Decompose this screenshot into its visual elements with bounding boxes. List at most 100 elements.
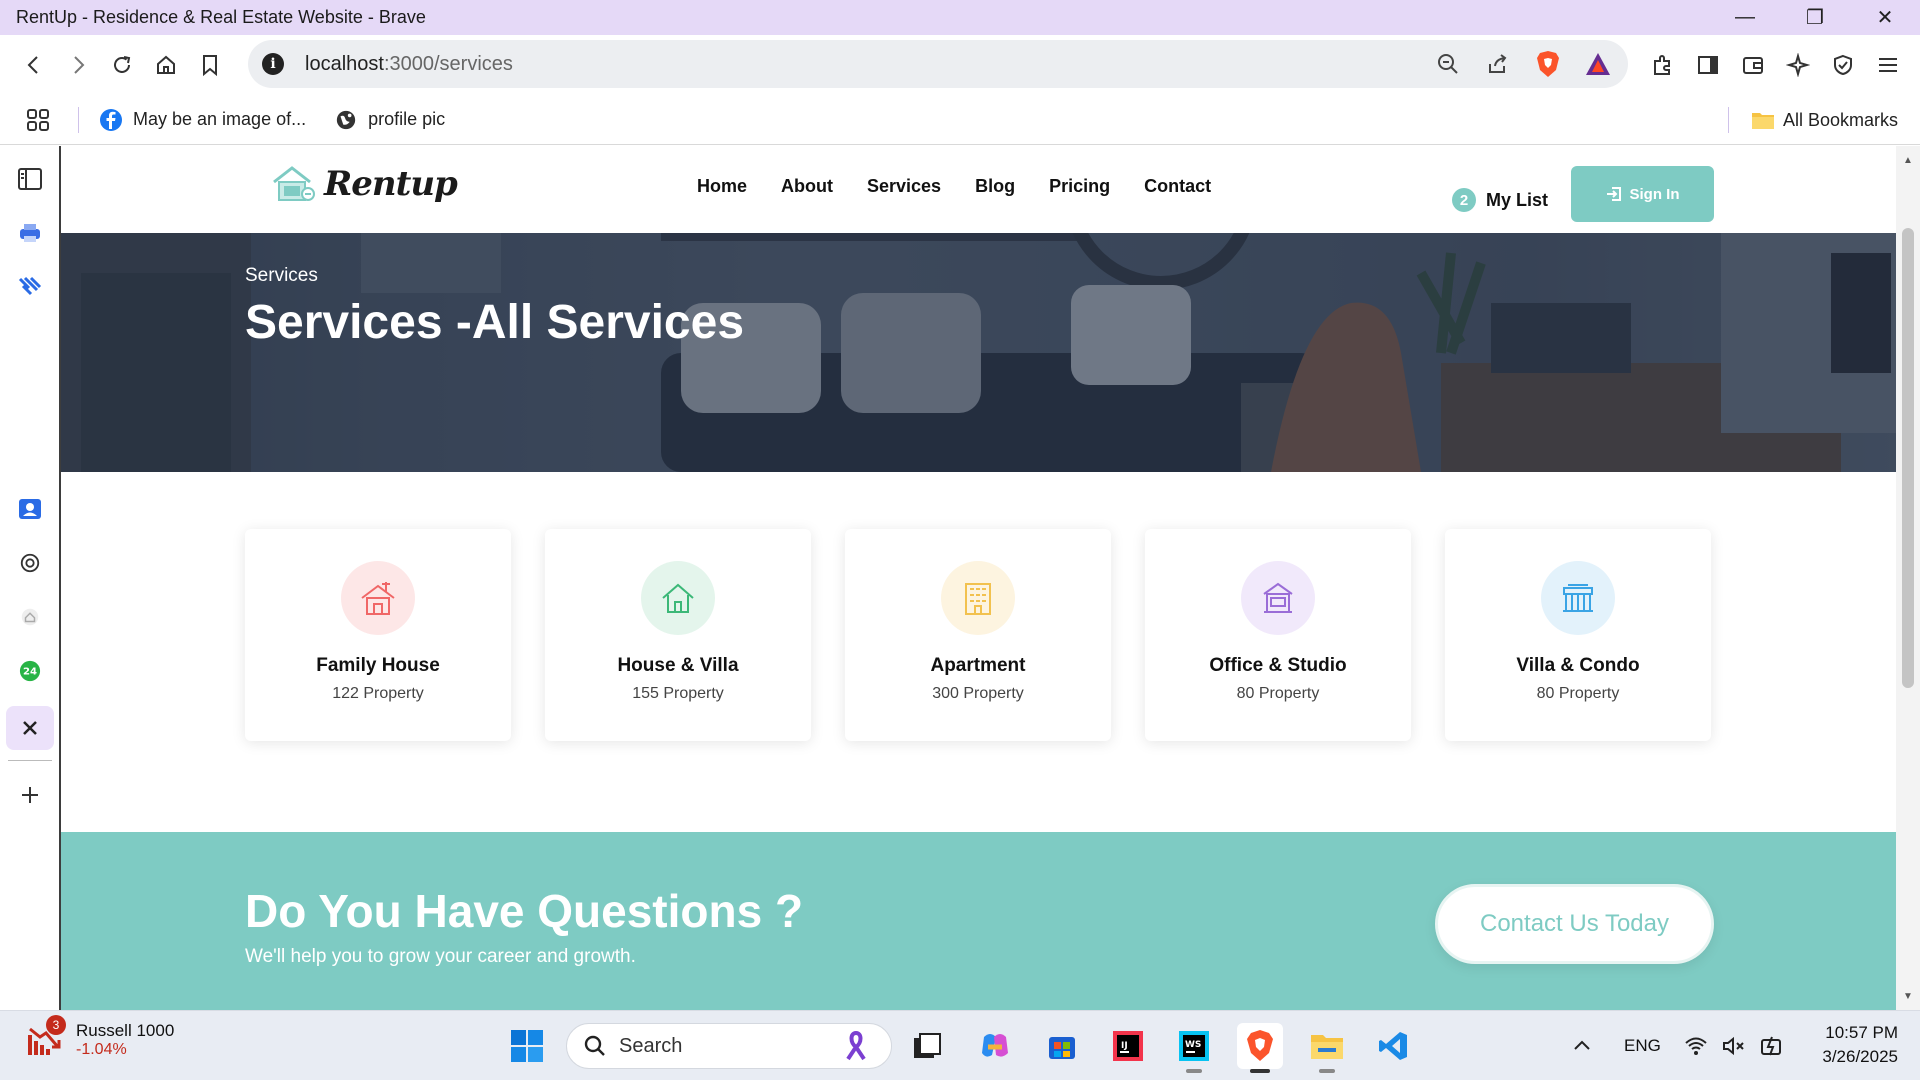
nav-services[interactable]: Services: [867, 176, 941, 197]
address-bar[interactable]: i localhost:3000/services: [248, 40, 1628, 88]
close-window-button[interactable]: ✕: [1850, 0, 1920, 35]
system-tray-icons[interactable]: [1684, 1011, 1784, 1081]
stock-widget[interactable]: 3 Russell 1000 -1.04%: [26, 1015, 175, 1059]
nav-home[interactable]: Home: [697, 176, 747, 197]
service-count: 300 Property: [932, 685, 1024, 702]
tray-overflow-button[interactable]: [1572, 1011, 1592, 1081]
wallet-icon[interactable]: [1730, 35, 1775, 95]
menu-icon[interactable]: [1865, 35, 1910, 95]
file-explorer-button[interactable]: [1304, 1023, 1350, 1073]
share-icon[interactable]: [1478, 44, 1518, 84]
bookmark-button[interactable]: [188, 43, 232, 87]
sign-in-button[interactable]: Sign In: [1571, 166, 1714, 222]
sidebar-toggle-icon[interactable]: [1685, 35, 1730, 95]
webstorm-button[interactable]: WS: [1171, 1023, 1217, 1073]
site-header: Rentup Home About Services Blog Pricing …: [61, 146, 1896, 233]
scroll-up-arrow-icon[interactable]: ▲: [1896, 150, 1920, 170]
bookmark-label: profile pic: [368, 109, 446, 129]
chevron-up-icon: [1574, 1040, 1590, 1050]
forward-arrow-icon: [74, 56, 85, 74]
url-text[interactable]: localhost:3000/services: [305, 53, 1428, 76]
copilot-taskbar-button[interactable]: [972, 1023, 1018, 1069]
side-panel-toggle-icon[interactable]: [13, 162, 47, 196]
nav-about[interactable]: About: [781, 176, 833, 197]
add-panel-button[interactable]: [13, 778, 47, 812]
minimize-button[interactable]: —: [1710, 0, 1780, 35]
vscode-button[interactable]: [1370, 1023, 1416, 1069]
app-24-icon[interactable]: 24: [13, 654, 47, 688]
service-count: 80 Property: [1236, 685, 1320, 702]
nav-pricing[interactable]: Pricing: [1049, 176, 1110, 197]
back-button[interactable]: [12, 43, 56, 87]
brave-rewards-icon[interactable]: [1578, 44, 1618, 84]
service-card-family-house[interactable]: Family House 122 Property: [245, 529, 511, 741]
nav-blog[interactable]: Blog: [975, 176, 1015, 197]
logo-text: Rentup: [324, 164, 458, 204]
bookmark-icon: [203, 55, 217, 77]
extensions-icon[interactable]: [1640, 35, 1685, 95]
site-logo[interactable]: Rentup: [270, 164, 458, 204]
service-card-office-studio[interactable]: Office & Studio 80 Property: [1145, 529, 1411, 741]
svg-text:WS: WS: [1185, 1040, 1201, 1050]
battery-charging-icon: [1761, 1036, 1781, 1056]
apps-button[interactable]: [26, 108, 60, 132]
stock-notification-badge: 3: [46, 1015, 66, 1035]
house-logo-icon: [273, 166, 315, 201]
vscode-icon: [1379, 1032, 1407, 1060]
stock-change: -1.04%: [76, 1041, 127, 1058]
bookmark-item-facebook[interactable]: May be an image of...: [99, 108, 306, 132]
contacts-app-icon[interactable]: [13, 492, 47, 526]
contact-us-button[interactable]: Contact Us Today: [1435, 884, 1714, 964]
reload-button[interactable]: [100, 43, 144, 87]
zoom-out-icon[interactable]: [1428, 44, 1468, 84]
chatgpt-app-icon[interactable]: [13, 546, 47, 580]
vpn-icon[interactable]: [1820, 35, 1865, 95]
bookmarks-separator: [1727, 107, 1729, 133]
taskbar-clock[interactable]: 10:57 PM 3/26/2025: [1822, 1021, 1898, 1069]
sign-in-label: Sign In: [1629, 185, 1680, 203]
service-card-house-villa[interactable]: House & Villa 155 Property: [545, 529, 811, 741]
microsoft-store-button[interactable]: [1039, 1023, 1085, 1069]
villa-condo-icon: [1541, 561, 1615, 635]
back-arrow-icon: [27, 56, 38, 74]
stripe-app-icon[interactable]: [13, 270, 47, 304]
page-scrollbar[interactable]: ▲ ▼: [1896, 146, 1920, 1010]
stock-name: Russell 1000: [76, 1021, 175, 1040]
taskbar-search[interactable]: Search: [566, 1023, 892, 1069]
nav-contact[interactable]: Contact: [1144, 176, 1211, 197]
intellij-button[interactable]: IJ: [1105, 1023, 1151, 1069]
leo-ai-icon[interactable]: [1775, 35, 1820, 95]
restore-button[interactable]: ❐: [1780, 0, 1850, 35]
close-panel-button[interactable]: [6, 706, 54, 750]
brave-taskbar-button[interactable]: [1237, 1023, 1283, 1073]
site-info-icon[interactable]: i: [262, 53, 284, 75]
brave-shields-icon[interactable]: [1528, 44, 1568, 84]
bookmark-label: May be an image of...: [133, 109, 307, 129]
active-indicator: [1250, 1069, 1270, 1073]
running-indicator: [1186, 1069, 1202, 1073]
scrollbar-thumb[interactable]: [1902, 228, 1914, 688]
task-view-button[interactable]: [904, 1023, 950, 1069]
plus-icon: [22, 787, 38, 803]
browser-toolbar: i localhost:3000/services: [0, 35, 1920, 95]
window-titlebar: RentUp - Residence & Real Estate Website…: [0, 0, 1920, 35]
service-name: Office & Studio: [1209, 655, 1347, 676]
start-button[interactable]: [504, 1023, 550, 1069]
home-button[interactable]: [144, 43, 188, 87]
copilot-icon: [982, 1034, 1008, 1057]
rentup-favicon-icon[interactable]: [13, 600, 47, 634]
contact-cta-section: Do You Have Questions ? We'll help you t…: [61, 832, 1896, 1010]
all-bookmarks-button[interactable]: All Bookmarks: [1727, 95, 1898, 145]
bookmark-item-profile-pic[interactable]: profile pic: [334, 108, 445, 132]
service-card-villa-condo[interactable]: Villa & Condo 80 Property: [1445, 529, 1711, 741]
printer-app-icon[interactable]: [13, 216, 47, 250]
breadcrumb: Services: [245, 265, 318, 286]
apartment-icon: [941, 561, 1015, 635]
scroll-down-arrow-icon[interactable]: ▼: [1896, 986, 1920, 1006]
bookmarks-bar: May be an image of... profile pic All Bo…: [0, 95, 1920, 145]
house-villa-icon: [641, 561, 715, 635]
language-indicator[interactable]: ENG: [1624, 1011, 1661, 1081]
forward-button[interactable]: [56, 43, 100, 87]
service-card-apartment[interactable]: Apartment 300 Property: [845, 529, 1111, 741]
my-list-link[interactable]: 2 My List: [1452, 188, 1548, 212]
